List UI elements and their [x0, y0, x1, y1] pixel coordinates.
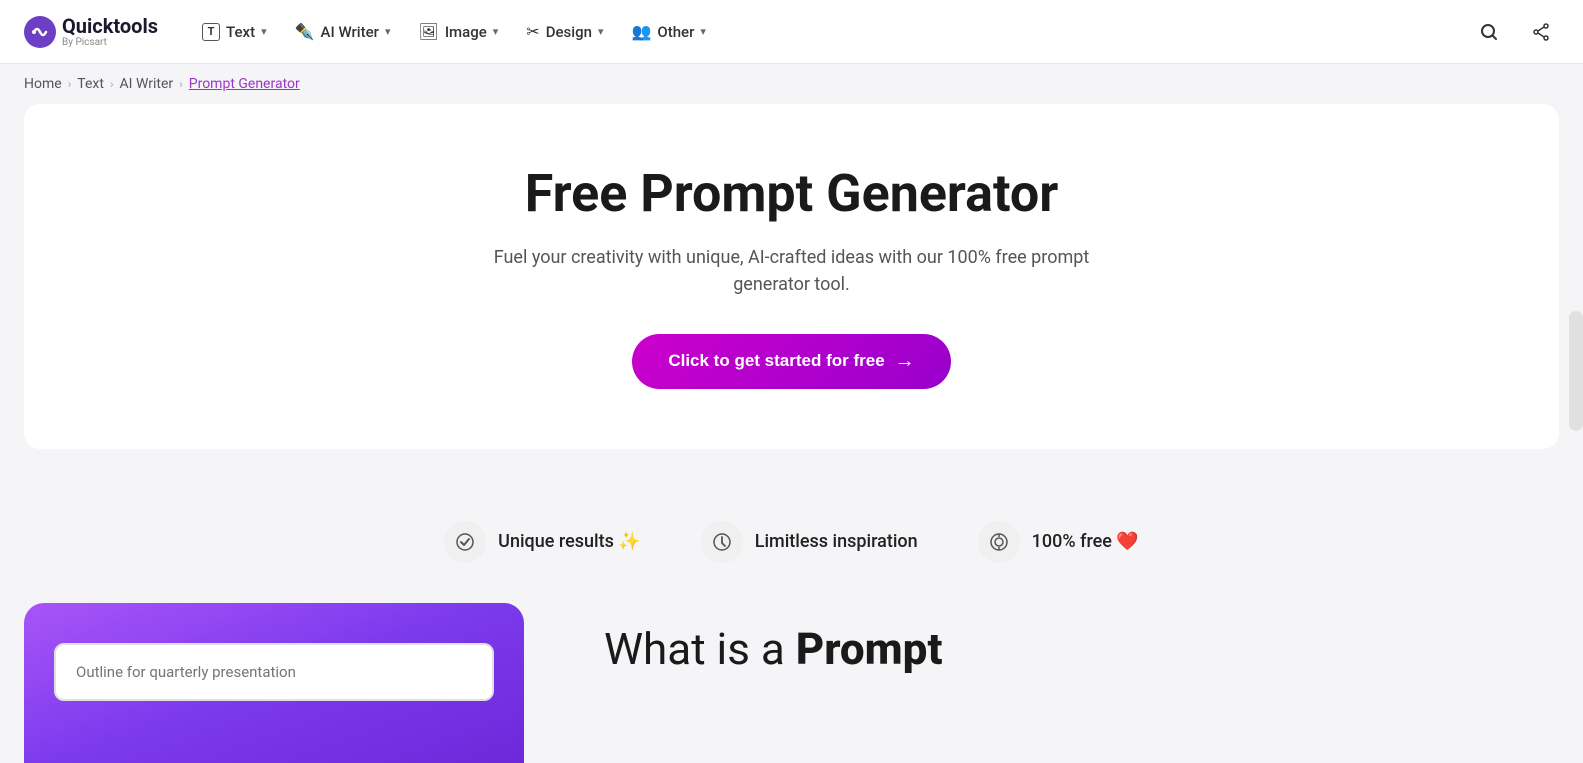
- limitless-inspiration-icon: [701, 521, 743, 563]
- nav-item-design[interactable]: ✂ Design ▾: [514, 14, 615, 49]
- nav-label-other: Other: [657, 23, 694, 41]
- breadcrumb-sep-2: ›: [110, 77, 114, 91]
- nav-label-ai-writer: AI Writer: [321, 23, 379, 41]
- nav-item-ai-writer[interactable]: ✒️ AI Writer ▾: [283, 14, 403, 49]
- navbar: Quicktools By Picsart T Text ▾ ✒️ AI Wri…: [0, 0, 1583, 64]
- logo-name: Quicktools: [62, 16, 158, 36]
- chevron-image-icon: ▾: [493, 25, 499, 38]
- nav-item-text[interactable]: T Text ▾: [190, 15, 279, 49]
- search-icon: [1479, 22, 1499, 42]
- nav-label-image: Image: [445, 23, 487, 41]
- cta-button[interactable]: Click to get started for free →: [632, 334, 950, 389]
- chevron-text-icon: ▾: [261, 25, 267, 38]
- search-button[interactable]: [1471, 14, 1507, 50]
- share-icon: [1531, 22, 1551, 42]
- feature-unique-results: Unique results ✨: [444, 521, 641, 563]
- what-is-title: What is a Prompt: [604, 623, 1559, 676]
- nav-item-other[interactable]: 👥 Other ▾: [619, 14, 717, 49]
- share-button[interactable]: [1523, 14, 1559, 50]
- nav-right: [1471, 14, 1559, 50]
- text-nav-icon: T: [202, 23, 220, 41]
- breadcrumb-ai-writer[interactable]: AI Writer: [120, 76, 174, 92]
- free-label: 100% free ❤️: [1032, 531, 1139, 552]
- bottom-left-panel: [24, 603, 524, 763]
- nav-label-design: Design: [546, 23, 592, 41]
- chevron-ai-writer-icon: ▾: [385, 25, 391, 38]
- bottom-section: What is a Prompt: [0, 603, 1583, 763]
- nav-label-text: Text: [226, 23, 255, 41]
- what-is-bold: Prompt: [796, 623, 943, 675]
- unique-results-label: Unique results ✨: [498, 531, 641, 552]
- breadcrumb: Home › Text › AI Writer › Prompt Generat…: [0, 64, 1583, 104]
- features-row: Unique results ✨ Limitless inspiration 1…: [0, 481, 1583, 603]
- breadcrumb-home[interactable]: Home: [24, 76, 62, 92]
- design-nav-icon: ✂: [526, 22, 539, 41]
- logo-sub: By Picsart: [62, 38, 158, 48]
- hero-subtitle: Fuel your creativity with unique, AI-cra…: [462, 244, 1122, 298]
- ai-writer-nav-icon: ✒️: [295, 22, 315, 41]
- scrollbar[interactable]: [1569, 311, 1583, 431]
- hero-title: Free Prompt Generator: [64, 164, 1519, 224]
- nav-item-image[interactable]: 🖼 Image ▾: [407, 14, 511, 49]
- other-nav-icon: 👥: [631, 22, 651, 41]
- breadcrumb-current: Prompt Generator: [189, 76, 300, 92]
- prompt-input[interactable]: [54, 643, 494, 701]
- feature-free: 100% free ❤️: [978, 521, 1139, 563]
- chevron-design-icon: ▾: [598, 25, 604, 38]
- free-icon: [978, 521, 1020, 563]
- logo-icon: [24, 16, 56, 48]
- breadcrumb-text[interactable]: Text: [77, 76, 104, 92]
- bottom-right-panel: What is a Prompt: [604, 603, 1559, 676]
- limitless-inspiration-label: Limitless inspiration: [755, 531, 918, 552]
- breadcrumb-sep-3: ›: [179, 77, 183, 91]
- hero-section: Free Prompt Generator Fuel your creativi…: [24, 104, 1559, 449]
- image-nav-icon: 🖼: [419, 22, 439, 41]
- what-is-prefix: What is a: [604, 623, 796, 675]
- unique-results-icon: [444, 521, 486, 563]
- cta-label: Click to get started for free: [668, 351, 884, 371]
- chevron-other-icon: ▾: [700, 25, 706, 38]
- cta-arrow-icon: →: [895, 350, 915, 373]
- logo[interactable]: Quicktools By Picsart: [24, 16, 158, 48]
- nav-items: T Text ▾ ✒️ AI Writer ▾ 🖼 Image ▾ ✂ Desi…: [190, 14, 1463, 49]
- feature-limitless-inspiration: Limitless inspiration: [701, 521, 918, 563]
- breadcrumb-sep-1: ›: [68, 77, 72, 91]
